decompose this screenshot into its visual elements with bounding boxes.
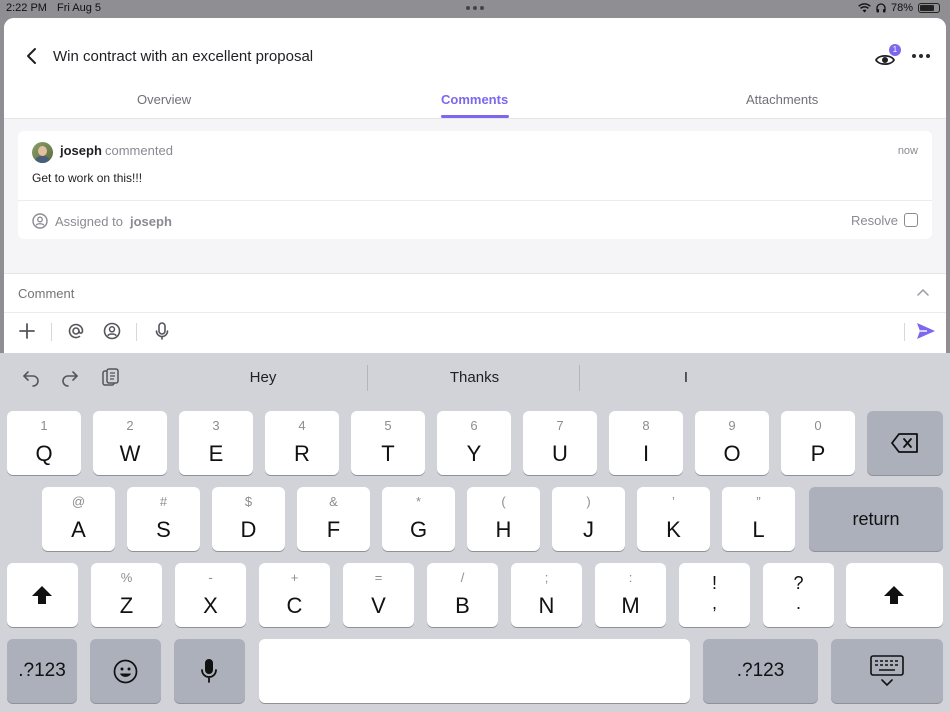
key-f[interactable]: & F bbox=[297, 487, 370, 551]
avatar[interactable] bbox=[32, 142, 53, 163]
toolbar-separator bbox=[51, 323, 52, 341]
mention-icon[interactable] bbox=[66, 321, 86, 341]
emoji-key[interactable] bbox=[90, 639, 161, 703]
key-y[interactable]: 6Y bbox=[437, 411, 511, 475]
key-q[interactable]: 1Q bbox=[7, 411, 81, 475]
numbers-key-right[interactable]: .?123 bbox=[703, 639, 818, 703]
task-sheet: Win contract with an excellent proposal … bbox=[4, 18, 946, 358]
comments-list: joseph commented now Get to work on this… bbox=[4, 119, 946, 273]
status-bar: 2:22 PM Fri Aug 5 78% bbox=[0, 0, 950, 18]
key-j[interactable]: ) J bbox=[552, 487, 625, 551]
task-header: Win contract with an excellent proposal … bbox=[4, 18, 946, 119]
on-screen-keyboard: Hey Thanks I 1Q 2W 3E 4R 5T 6Y 7U 8I 9O … bbox=[0, 353, 950, 712]
emoji-icon bbox=[113, 659, 138, 684]
mic-icon[interactable] bbox=[152, 321, 172, 341]
key-b[interactable]: / B bbox=[427, 563, 498, 627]
key-o[interactable]: 9O bbox=[695, 411, 769, 475]
suggestion-separator bbox=[367, 365, 368, 391]
shift-icon bbox=[884, 586, 904, 604]
divider bbox=[18, 200, 932, 201]
undo-icon[interactable] bbox=[21, 367, 41, 387]
key-w[interactable]: 2W bbox=[93, 411, 167, 475]
resolve-checkbox[interactable] bbox=[904, 213, 918, 227]
keyboard-dismiss-icon bbox=[870, 655, 904, 687]
battery-percent: 78% bbox=[890, 2, 913, 14]
key-g[interactable]: * G bbox=[382, 487, 455, 551]
suggestion-hey[interactable]: Hey bbox=[236, 369, 290, 386]
watchers-count-badge: 1 bbox=[889, 44, 901, 56]
quicktype-bar: Hey Thanks I bbox=[0, 353, 950, 401]
mic-icon bbox=[201, 659, 217, 683]
status-right: 78% bbox=[858, 2, 940, 14]
shift-key-left[interactable] bbox=[7, 563, 78, 627]
key-c[interactable]: + C bbox=[259, 563, 330, 627]
numbers-key-left[interactable]: .?123 bbox=[7, 639, 77, 703]
key-question-period[interactable]: ?. bbox=[763, 563, 834, 627]
back-icon[interactable] bbox=[24, 46, 40, 66]
comment-time: now bbox=[897, 145, 918, 157]
assigned-label: Assigned to bbox=[55, 214, 123, 229]
assignee-name[interactable]: joseph bbox=[130, 214, 172, 229]
tab-comments[interactable]: Comments bbox=[441, 92, 508, 107]
key-s[interactable]: # S bbox=[127, 487, 200, 551]
key-p[interactable]: 0P bbox=[781, 411, 855, 475]
key-x[interactable]: -X bbox=[175, 563, 246, 627]
suggestion-i[interactable]: I bbox=[676, 369, 696, 386]
comment-action: commented bbox=[105, 143, 173, 158]
delete-icon bbox=[891, 433, 918, 453]
dictation-key[interactable] bbox=[174, 639, 245, 703]
resolve-label[interactable]: Resolve bbox=[851, 213, 898, 228]
battery-icon bbox=[918, 3, 940, 13]
watchers-button[interactable]: 1 bbox=[874, 44, 901, 68]
active-tab-indicator bbox=[441, 115, 509, 118]
tab-attachments[interactable]: Attachments bbox=[746, 92, 818, 107]
send-icon[interactable] bbox=[916, 322, 936, 340]
comment-composer bbox=[4, 273, 946, 358]
key-z[interactable]: % Z bbox=[91, 563, 162, 627]
key-n[interactable]: ; N bbox=[511, 563, 582, 627]
toolbar-separator bbox=[904, 323, 905, 341]
key-m[interactable]: :M bbox=[595, 563, 666, 627]
key-d[interactable]: $ D bbox=[212, 487, 285, 551]
shift-key-right[interactable] bbox=[846, 563, 943, 627]
key-exclamation-comma[interactable]: !, bbox=[679, 563, 750, 627]
plus-icon[interactable] bbox=[17, 321, 37, 341]
key-i[interactable]: 8I bbox=[609, 411, 683, 475]
wifi-icon bbox=[858, 3, 871, 13]
key-t[interactable]: 5T bbox=[351, 411, 425, 475]
tab-overview[interactable]: Overview bbox=[137, 92, 191, 107]
suggestion-separator bbox=[579, 365, 580, 391]
key-r[interactable]: 4R bbox=[265, 411, 339, 475]
shift-icon bbox=[32, 586, 52, 604]
comment-author[interactable]: joseph bbox=[60, 143, 102, 158]
toolbar-separator bbox=[136, 323, 137, 341]
status-date: Fri Aug 5 bbox=[57, 2, 102, 14]
status-time: 2:22 PM bbox=[6, 2, 47, 14]
headphones-icon bbox=[876, 3, 886, 13]
divider bbox=[4, 312, 946, 313]
return-key[interactable]: return bbox=[809, 487, 943, 551]
delete-key[interactable] bbox=[867, 411, 943, 475]
key-e[interactable]: 3E bbox=[179, 411, 253, 475]
key-a[interactable]: @ A bbox=[42, 487, 115, 551]
redo-icon[interactable] bbox=[60, 367, 80, 387]
assign-icon bbox=[32, 213, 48, 229]
key-u[interactable]: 7U bbox=[523, 411, 597, 475]
comment-text: Get to work on this!!! bbox=[32, 171, 143, 185]
assign-icon[interactable] bbox=[102, 321, 122, 341]
comment-input[interactable] bbox=[18, 286, 878, 301]
chevron-up-icon[interactable] bbox=[917, 288, 929, 296]
task-title: Win contract with an excellent proposal bbox=[53, 48, 314, 65]
key-l[interactable]: ” L bbox=[722, 487, 795, 551]
more-icon[interactable] bbox=[912, 54, 930, 58]
key-k[interactable]: ’ K bbox=[637, 487, 710, 551]
key-h[interactable]: (H bbox=[467, 487, 540, 551]
comment-card: joseph commented now Get to work on this… bbox=[18, 131, 932, 239]
suggestion-thanks[interactable]: Thanks bbox=[437, 369, 512, 386]
multitasking-handle[interactable] bbox=[466, 6, 484, 10]
clipboard-icon[interactable] bbox=[100, 367, 120, 387]
key-v[interactable]: = V bbox=[343, 563, 414, 627]
keyboard-dismiss-key[interactable] bbox=[831, 639, 943, 703]
space-key[interactable] bbox=[259, 639, 690, 703]
